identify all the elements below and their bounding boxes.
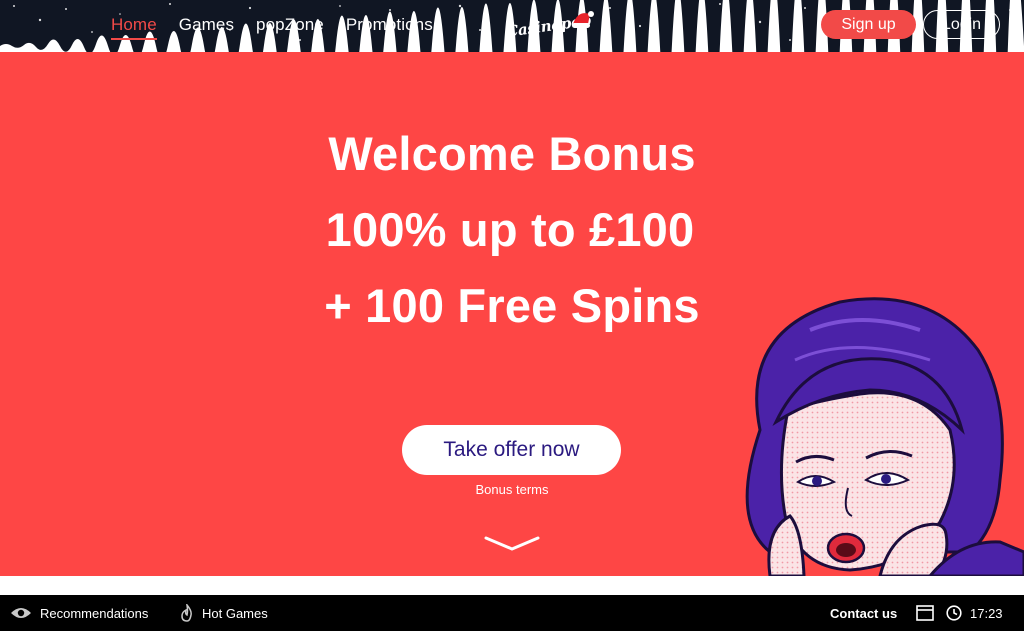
nav-popzone-link[interactable]: popZone bbox=[256, 15, 324, 40]
signup-button[interactable]: Sign up bbox=[821, 10, 916, 39]
recommendations-tab[interactable]: Recommendations bbox=[10, 595, 148, 631]
window-toggle[interactable] bbox=[916, 595, 934, 631]
hot-games-tab[interactable]: Hot Games bbox=[180, 595, 268, 631]
hero-headline-line-2: 100% up to £100 bbox=[325, 203, 695, 256]
window-icon bbox=[916, 605, 934, 621]
welcome-bonus-hero: Welcome Bonus 100% up to £100 + 100 Free… bbox=[0, 52, 1024, 576]
hot-games-label: Hot Games bbox=[202, 605, 268, 621]
bonus-terms-link[interactable]: Bonus terms bbox=[476, 482, 549, 497]
recommendations-label: Recommendations bbox=[40, 605, 149, 621]
santa-hat-icon bbox=[572, 11, 594, 28]
casinopop-logo[interactable]: Casinopop bbox=[505, 8, 594, 44]
clock-icon bbox=[946, 605, 962, 621]
nav-home-link[interactable]: Home bbox=[111, 15, 157, 40]
chevron-down-icon[interactable] bbox=[484, 535, 540, 553]
clock-time: 17:23 bbox=[970, 605, 1003, 621]
hero-headline-line-1: Welcome Bonus bbox=[328, 127, 696, 180]
contact-us-link[interactable]: Contact us bbox=[830, 595, 897, 631]
content-spacer bbox=[0, 576, 1024, 595]
flame-icon bbox=[181, 604, 192, 622]
top-header: Home Games popZone Promotions Casinopop … bbox=[0, 0, 1024, 52]
bottom-toolbar: Recommendations Hot Games Contact us 17:… bbox=[0, 595, 1024, 631]
eye-icon bbox=[11, 608, 31, 618]
nav-promotions-link[interactable]: Promotions bbox=[346, 15, 433, 40]
main-nav: Home Games popZone Promotions bbox=[111, 15, 433, 40]
nav-games-link[interactable]: Games bbox=[179, 15, 234, 40]
session-clock: 17:23 bbox=[946, 595, 1003, 631]
login-button[interactable]: Login bbox=[923, 10, 1000, 39]
pop-art-woman-illustration bbox=[745, 297, 1024, 576]
take-offer-button[interactable]: Take offer now bbox=[402, 425, 621, 475]
